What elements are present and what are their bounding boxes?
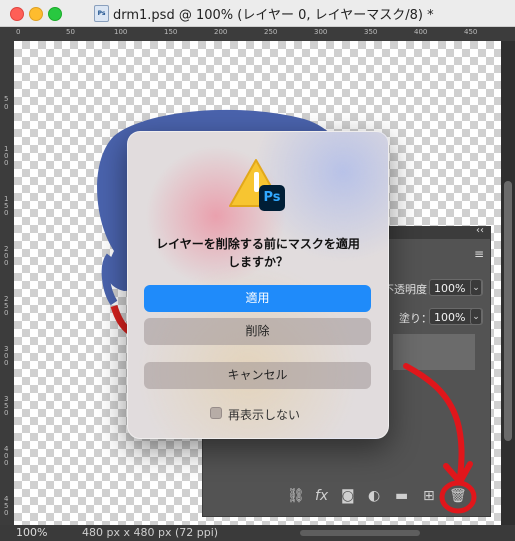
- cancel-button[interactable]: キャンセル: [144, 362, 371, 389]
- ruler-number: 3 5 0: [4, 395, 9, 417]
- ruler-number: 4 0 0: [4, 445, 9, 467]
- adjustment-icon[interactable]: ◐: [368, 488, 380, 504]
- fill-chevron-icon[interactable]: ⌄: [470, 308, 482, 325]
- vertical-scrollbar[interactable]: [501, 41, 515, 525]
- ruler-number: 450: [464, 28, 478, 36]
- ruler-number: 350: [364, 28, 378, 36]
- warning-icon: Ps: [228, 158, 288, 214]
- ruler-number: 0: [4, 103, 9, 111]
- minimize-window-button[interactable]: [29, 7, 43, 21]
- photoshop-app-icon: Ps: [259, 185, 285, 211]
- ruler-number: 250: [264, 28, 278, 36]
- ruler-corner: [0, 27, 14, 41]
- ruler-number: 3 0 0: [4, 345, 9, 367]
- panel-menu-icon[interactable]: ≡: [474, 247, 484, 261]
- ruler-number: 300: [314, 28, 328, 36]
- new-layer-icon[interactable]: ⊞: [423, 488, 435, 504]
- dont-show-again-label: 再表示しない: [228, 408, 301, 422]
- ruler-number: 150: [164, 28, 178, 36]
- ruler-number: 2 5 0: [4, 295, 9, 317]
- fill-label: 塗り：: [399, 312, 432, 325]
- opacity-chevron-icon[interactable]: ⌄: [470, 279, 482, 296]
- ruler-number: 400: [414, 28, 428, 36]
- zoom-window-button[interactable]: [48, 7, 62, 21]
- link-icon[interactable]: ⛓: [287, 488, 305, 504]
- status-bar: 100% 480 px x 480 px (72 ppi): [0, 525, 515, 541]
- delete-button[interactable]: 削除: [144, 318, 371, 345]
- mask-icon[interactable]: ◙: [341, 488, 355, 504]
- ruler-number: 1 5 0: [4, 195, 9, 217]
- trash-icon[interactable]: 🗑: [449, 488, 467, 504]
- ruler-number: 1 0 0: [4, 145, 9, 167]
- ruler-number: 200: [214, 28, 228, 36]
- dialog-message: レイヤーを削除する前にマスクを適用 しますか？: [142, 235, 374, 271]
- folder-icon[interactable]: ▬: [395, 488, 408, 504]
- panel-footer: ⛓ fx ◙ ◐ ▬ ⊞ 🗑: [203, 480, 490, 516]
- apply-button[interactable]: 適用: [144, 285, 371, 312]
- ruler-number: 4 5 0: [4, 495, 9, 517]
- ruler-left: 5 0 1 0 0 1 5 0 2 0 0 2 5 0 3 0 0 3 5 0 …: [0, 41, 15, 526]
- ruler-number: 100: [114, 28, 128, 36]
- document-size: 480 px x 480 px (72 ppi): [82, 526, 219, 539]
- ruler-number: 50: [66, 28, 75, 36]
- collapse-panel-icon[interactable]: ‹‹: [476, 225, 484, 236]
- layer-row[interactable]: [393, 334, 475, 370]
- dialog-message-line: しますか？: [227, 255, 288, 269]
- ruler-top: 0 50 100 150 200 250 300 350 400 450: [14, 27, 515, 42]
- fx-icon[interactable]: fx: [315, 488, 328, 504]
- apply-mask-dialog: Ps レイヤーを削除する前にマスクを適用 しますか？ 適用 削除 キャンセル 再…: [127, 131, 389, 439]
- zoom-level[interactable]: 100%: [16, 526, 47, 539]
- title-bar: Ps drm1.psd @ 100% (レイヤー 0, レイヤーマスク/8) *: [0, 0, 515, 27]
- dialog-message-line: レイヤーを削除する前にマスクを適用: [156, 237, 360, 251]
- horizontal-scroll-thumb[interactable]: [300, 530, 420, 536]
- scroll-thumb[interactable]: [504, 181, 512, 441]
- document-title: drm1.psd @ 100% (レイヤー 0, レイヤーマスク/8) *: [113, 8, 434, 23]
- dont-show-again-checkbox[interactable]: [210, 407, 222, 419]
- ruler-number: 5: [4, 95, 9, 103]
- ruler-number: 2 0 0: [4, 245, 9, 267]
- ps-file-icon: Ps: [94, 5, 109, 22]
- close-window-button[interactable]: [10, 7, 24, 21]
- ruler-number: 0: [16, 28, 21, 36]
